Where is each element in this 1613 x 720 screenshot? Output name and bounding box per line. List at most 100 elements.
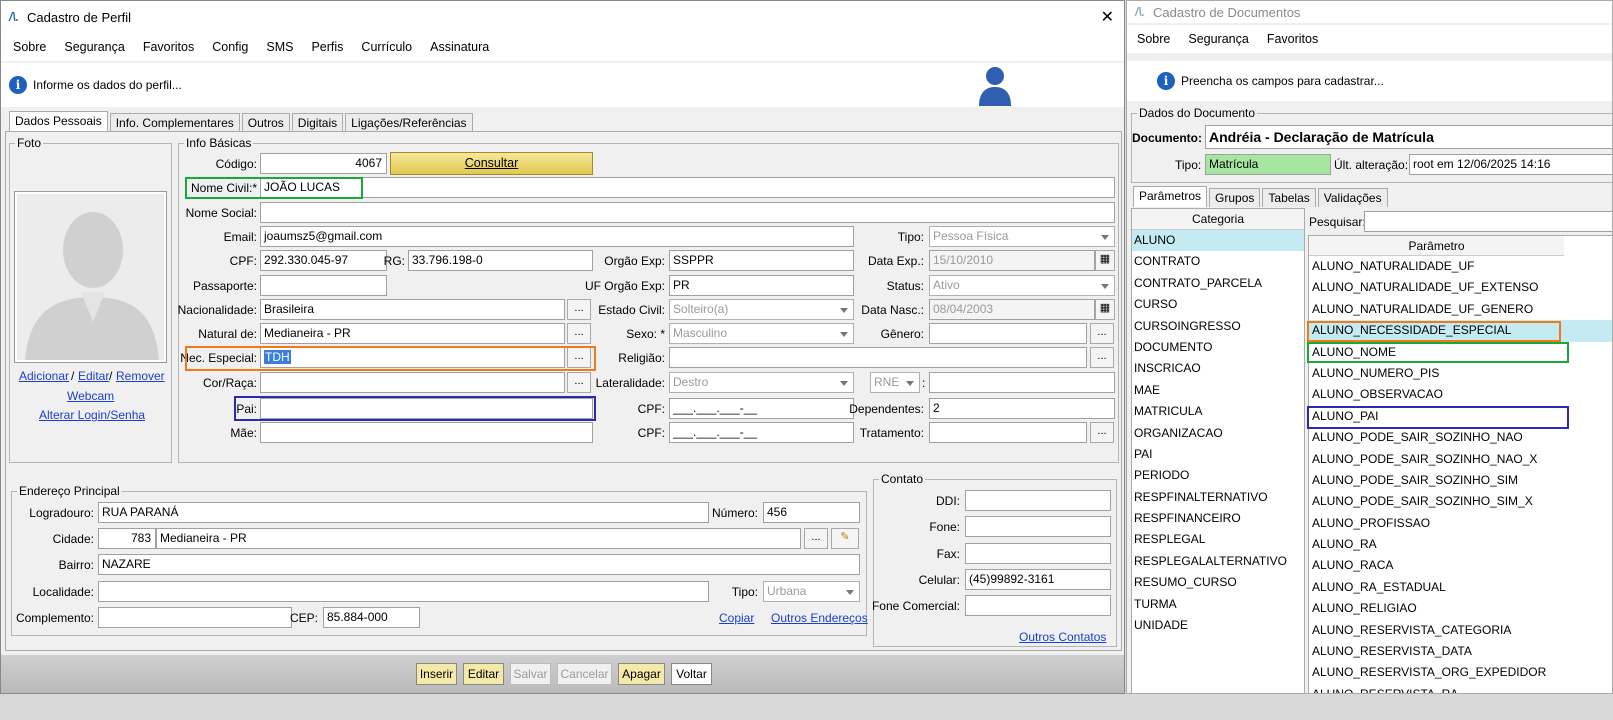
parametro-item[interactable]: ALUNO_PODE_SAIR_SOZINHO_NAO [1309,427,1612,448]
categoria-item[interactable]: ALUNO [1132,230,1304,252]
tab-digitais[interactable]: Digitais [291,113,344,132]
parametro-item[interactable]: ALUNO_RESERVISTA_DATA [1309,641,1612,662]
adicionar-link[interactable]: Adicionar [19,369,69,383]
cep-field[interactable]: 85.884-000 [323,607,420,628]
documento-field[interactable]: Andréia - Declaração de Matrícula [1205,125,1612,149]
religiao-field[interactable] [669,347,1087,368]
nome-social-field[interactable] [260,202,1115,223]
parametro-item[interactable]: ALUNO_PODE_SAIR_SOZINHO_SIM [1309,470,1612,491]
fone-comercial-field[interactable] [965,595,1111,616]
nome-civil-field[interactable]: JOÃO LUCAS [260,177,1115,198]
tipo-field[interactable]: Matrícula [1205,154,1331,175]
cor-raca-lookup-button[interactable]: ... [567,372,591,393]
parametro-item[interactable]: ALUNO_RESERVISTA_RA [1309,684,1612,693]
tab-grupos[interactable]: Grupos [1209,188,1261,207]
categoria-item[interactable]: PAI [1132,444,1304,465]
categoria-item[interactable]: MATRICULA [1132,401,1304,422]
estado-civil-select[interactable]: Solteiro(a) [669,299,854,320]
nacionalidade-lookup-button[interactable]: ... [567,299,591,320]
parametro-item[interactable]: ALUNO_PODE_SAIR_SOZINHO_NAO_X [1309,449,1612,470]
tratamento-lookup-button[interactable]: ... [1090,422,1114,443]
editar-link[interactable]: Editar [78,369,109,383]
tab-ligacoes[interactable]: Ligações/Referências [345,113,473,132]
cor-raca-field[interactable] [260,372,565,393]
parametro-item[interactable]: ALUNO_RESERVISTA_CATEGORIA [1309,620,1612,641]
passaporte-field[interactable] [260,275,387,296]
photo-placeholder[interactable] [14,191,167,363]
parametro-item[interactable]: ALUNO_RACA [1309,555,1612,576]
categoria-item[interactable]: TURMA [1132,594,1304,615]
natural-lookup-button[interactable]: ... [567,323,591,344]
categoria-item[interactable]: CURSO [1132,294,1304,315]
natural-field[interactable]: Medianeira - PR [260,323,565,344]
tipo-select[interactable]: Pessoa Física [929,226,1115,247]
tab-info-complementares[interactable]: Info. Complementares [109,113,240,132]
menu-config[interactable]: Config [212,40,248,54]
cpf-field[interactable]: 292.330.045-97 [260,250,387,271]
webcam-link[interactable]: Webcam [67,389,114,403]
rg-field[interactable]: 33.796.198-0 [408,250,593,271]
close-icon[interactable]: ✕ [1101,7,1114,27]
complemento-field[interactable] [98,607,292,628]
editar-button[interactable]: Editar [463,663,504,685]
email-field[interactable]: joaumsz5@gmail.com [260,226,854,247]
inserir-button[interactable]: Inserir [416,663,457,685]
salvar-button[interactable]: Salvar [510,663,551,685]
rne-select[interactable]: RNE [870,372,920,393]
mae-field[interactable] [260,422,593,443]
localidade-field[interactable] [98,581,709,602]
categoria-item[interactable]: ORGANIZACAO [1132,423,1304,444]
tab-dados-pessoais[interactable]: Dados Pessoais [9,111,108,132]
tab-parametros[interactable]: Parâmetros [1133,186,1208,207]
rne-field[interactable] [929,372,1115,393]
data-exp-field[interactable]: 15/10/2010 [929,250,1095,271]
religiao-lookup-button[interactable]: ... [1090,347,1114,368]
apagar-button[interactable]: Apagar [618,663,665,685]
categoria-item[interactable]: PERIODO [1132,465,1304,486]
parametro-item[interactable]: ALUNO_NATURALIDADE_UF_GENERO [1309,299,1612,320]
menu-curriculo[interactable]: Currículo [361,40,412,54]
parametro-item[interactable]: ALUNO_NATURALIDADE_UF [1309,256,1612,277]
alterar-login-link[interactable]: Alterar Login/Senha [39,408,145,422]
cidade-lookup-button[interactable]: ... [804,528,828,549]
genero-lookup-button[interactable]: ... [1090,323,1114,344]
tab-outros[interactable]: Outros [241,113,290,132]
menu-sobre[interactable]: Sobre [1137,32,1170,46]
calendar-icon[interactable]: ▦ [1095,299,1115,320]
remover-link[interactable]: Remover [116,369,165,383]
menu-perfis[interactable]: Perfis [311,40,343,54]
end-tipo-select[interactable]: Urbana [763,581,860,602]
menu-favoritos[interactable]: Favoritos [143,40,194,54]
sexo-select[interactable]: Masculino [669,323,854,344]
outros-contatos-link[interactable]: Outros Contatos [1019,630,1106,644]
parametro-item[interactable]: ALUNO_OBSERVACAO [1309,384,1612,405]
tab-validacoes[interactable]: Validações [1317,188,1388,207]
parametro-item[interactable]: ALUNO_RESERVISTA_ORG_EXPEDIDOR [1309,662,1612,683]
nacionalidade-field[interactable]: Brasileira [260,299,565,320]
fax-field[interactable] [965,543,1111,564]
parametro-item[interactable]: ALUNO_PODE_SAIR_SOZINHO_SIM_X [1309,491,1612,512]
categoria-item[interactable]: INSCRICAO [1132,358,1304,379]
calendar-icon[interactable]: ▦ [1095,250,1115,271]
uf-orgao-field[interactable]: PR [669,275,854,296]
pesquisar-field[interactable] [1364,211,1612,232]
menu-seguranca[interactable]: Segurança [64,40,124,54]
fone-field[interactable] [965,516,1111,537]
ult-alteracao-field[interactable]: root em 12/06/2025 14:16 [1409,154,1612,175]
voltar-button[interactable]: Voltar [671,663,712,685]
menu-sms[interactable]: SMS [266,40,293,54]
cidade-field[interactable]: Medianeira - PR [156,528,801,549]
menu-assinatura[interactable]: Assinatura [430,40,489,54]
menu-seguranca[interactable]: Segurança [1188,32,1248,46]
copiar-link[interactable]: Copiar [719,611,754,625]
lateralidade-select[interactable]: Destro [669,372,854,393]
status-select[interactable]: Ativo [929,275,1115,296]
cancelar-button[interactable]: Cancelar [557,663,612,685]
menu-favoritos[interactable]: Favoritos [1267,32,1318,46]
categoria-item[interactable]: CONTRATO_PARCELA [1132,273,1304,294]
parametro-item[interactable]: ALUNO_RA [1309,534,1612,555]
categoria-item[interactable]: RESPFINALTERNATIVO [1132,487,1304,508]
codigo-field[interactable]: 4067 [260,153,387,174]
outros-enderecos-link[interactable]: Outros Endereços [771,611,868,625]
consultar-button[interactable]: Consultar [390,152,593,175]
